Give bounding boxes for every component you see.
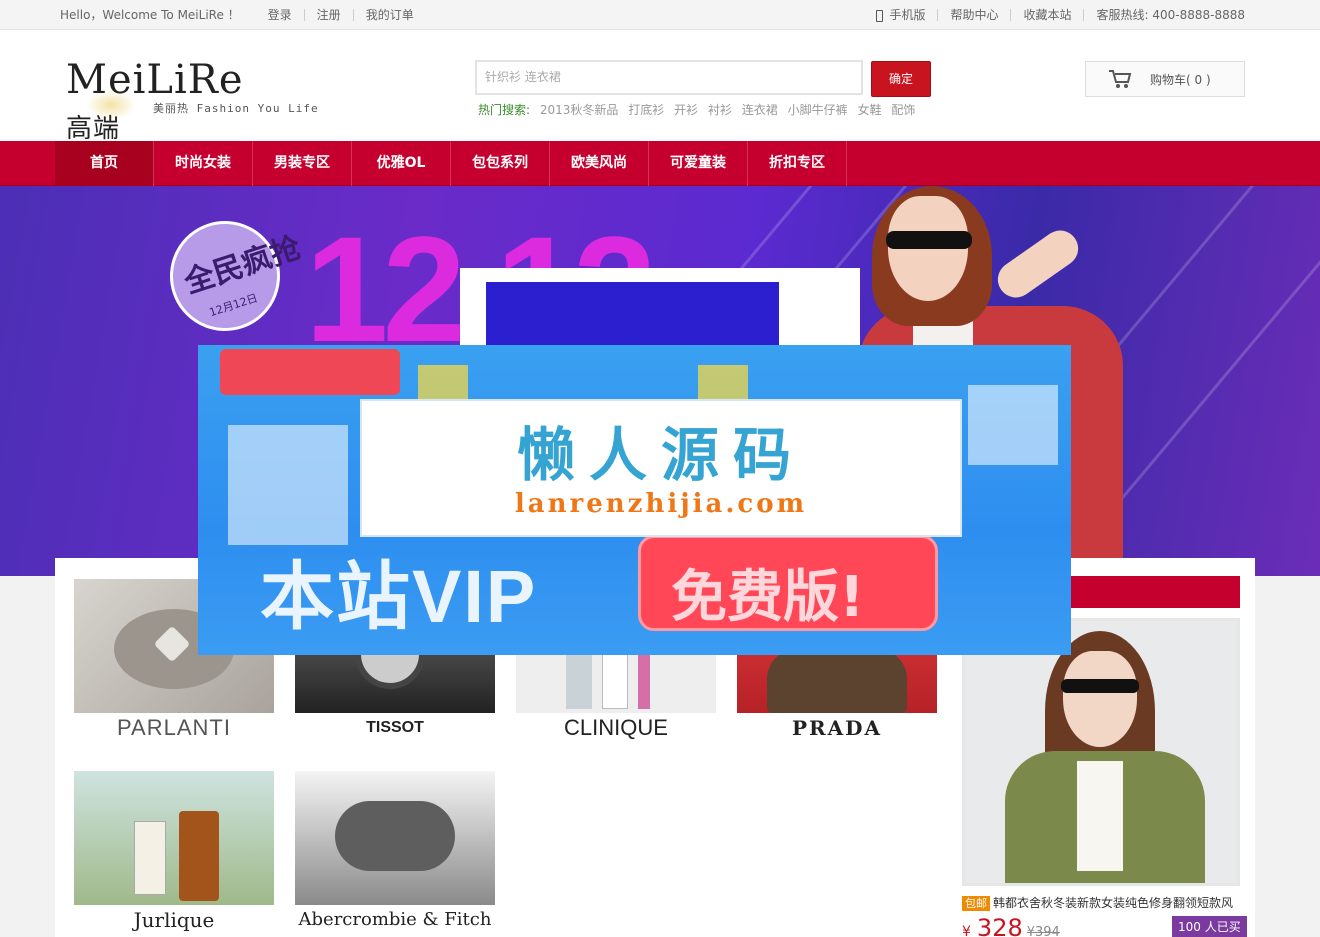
- hot-search: 热门搜索: 2013秋冬新品 打底衫 开衫 衬衫 连衣裙 小脚牛仔裤 女鞋 配饰: [478, 101, 921, 118]
- promo-badge: 全民疯抢 12月12日: [155, 206, 305, 346]
- featured-product-image[interactable]: [962, 618, 1240, 886]
- nav-item-women[interactable]: 时尚女装: [154, 141, 253, 186]
- hot-keyword[interactable]: 2013秋冬新品: [540, 103, 619, 117]
- brand-name: Jurlique: [133, 908, 215, 932]
- welcome-text: Hello，Welcome To MeiLiRe ！: [60, 8, 240, 22]
- nav-item-western[interactable]: 欧美风尚: [550, 141, 649, 186]
- current-price: 328: [976, 914, 1023, 937]
- brand-name: TISSOT: [366, 719, 424, 736]
- watermark-title-cn: 懒人源码: [516, 421, 805, 489]
- currency-symbol: ¥: [962, 924, 971, 937]
- featured-price: ¥328 ¥394 100 人已买: [962, 914, 1247, 937]
- divider: [937, 8, 939, 21]
- divider: [303, 8, 305, 21]
- nav-item-ol[interactable]: 优雅OL: [352, 141, 451, 186]
- sunglasses-icon: [886, 231, 972, 249]
- hot-keyword[interactable]: 连衣裙: [742, 103, 778, 117]
- hot-keyword[interactable]: 开衫: [674, 103, 698, 117]
- hot-keyword[interactable]: 打底衫: [628, 103, 664, 117]
- login-link[interactable]: 登录: [268, 6, 292, 23]
- nav-item-kids[interactable]: 可爱童装: [649, 141, 748, 186]
- brand-image: [295, 771, 495, 905]
- site-logo[interactable]: MeiLiRe 高端 美丽热 Fashion You Life: [66, 57, 346, 144]
- brand-card-jurlique[interactable]: Jurlique: [74, 771, 274, 935]
- badge-date-text: 12月12日: [207, 291, 260, 320]
- search-input[interactable]: 针织衫 连衣裙: [475, 60, 863, 95]
- logo-brand-text: MeiLiRe: [66, 57, 244, 103]
- hot-keyword[interactable]: 小脚牛仔裤: [788, 103, 848, 117]
- search-button[interactable]: 确定: [871, 61, 931, 97]
- old-price: ¥394: [1026, 925, 1060, 937]
- orders-link[interactable]: 我的订单: [366, 6, 414, 23]
- brand-name: Abercrombie & Fitch: [298, 909, 492, 930]
- free-shipping-tag: 包邮: [962, 896, 990, 911]
- brand-image: [74, 771, 274, 905]
- divider: [352, 8, 354, 21]
- cart-label: 购物车( 0 ): [1150, 72, 1211, 87]
- divider: [1010, 8, 1012, 21]
- mobile-link[interactable]: 手机版: [889, 6, 925, 23]
- cart-button[interactable]: 购物车( 0 ): [1085, 61, 1245, 97]
- nav-item-discount[interactable]: 折扣专区: [748, 141, 847, 186]
- hot-keyword[interactable]: 女鞋: [857, 103, 881, 117]
- nav-item-bags[interactable]: 包包系列: [451, 141, 550, 186]
- brand-name: CLINIQUE: [564, 715, 668, 740]
- divider: [1083, 8, 1085, 21]
- brand-name: PARLANTI: [117, 715, 231, 740]
- badge-main-text: 全民疯抢: [180, 230, 306, 301]
- watermark-red-button: 免费版!: [638, 535, 938, 631]
- nav-item-men[interactable]: 男装专区: [253, 141, 352, 186]
- cart-icon: [1109, 70, 1132, 88]
- hot-keyword[interactable]: 配饰: [891, 103, 915, 117]
- phone-icon: [876, 9, 884, 22]
- watermark-overlay: 免费版! 本站VIP 懒人源码 lanrenzhijia.com: [198, 345, 1071, 655]
- register-link[interactable]: 注册: [317, 6, 341, 23]
- sold-count-badge: 100 人已买: [1172, 916, 1247, 937]
- featured-title-text: 韩都衣舍秋冬装新款女装纯色修身翻领短款风: [993, 896, 1234, 910]
- hot-search-label: 热门搜索:: [478, 103, 531, 117]
- main-nav: 首页 时尚女装 男装专区 优雅OL 包包系列 欧美风尚 可爱童装 折扣专区: [0, 141, 1320, 186]
- top-bar: Hello，Welcome To MeiLiRe ！ 登录 注册 我的订单 手机…: [0, 0, 1320, 30]
- help-link[interactable]: 帮助中心: [950, 6, 998, 23]
- logo-cn-text: 高端: [66, 114, 121, 144]
- watermark-title-en: lanrenzhijia.com: [514, 489, 808, 519]
- hotline-text: 客服热线: 400-8888-8888: [1096, 8, 1245, 22]
- watermark-card: 懒人源码 lanrenzhijia.com: [360, 399, 962, 537]
- logo-subtitle: 美丽热 Fashion You Life: [153, 102, 319, 115]
- hot-keyword[interactable]: 衬衫: [708, 103, 732, 117]
- site-header: MeiLiRe 高端 美丽热 Fashion You Life 针织衫 连衣裙 确…: [0, 30, 1320, 144]
- watermark-vip-text: 本站VIP: [260, 555, 538, 638]
- watermark-red-tag: [220, 349, 400, 395]
- featured-title[interactable]: 包邮 韩都衣舍秋冬装新款女装纯色修身翻领短款风: [962, 894, 1240, 911]
- favorite-link[interactable]: 收藏本站: [1023, 6, 1071, 23]
- brand-name: PRADA: [791, 716, 883, 740]
- nav-item-home[interactable]: 首页: [55, 141, 154, 186]
- brand-card-abercrombie[interactable]: Abercrombie & Fitch: [295, 771, 495, 935]
- watermark-top-panel: [460, 268, 860, 346]
